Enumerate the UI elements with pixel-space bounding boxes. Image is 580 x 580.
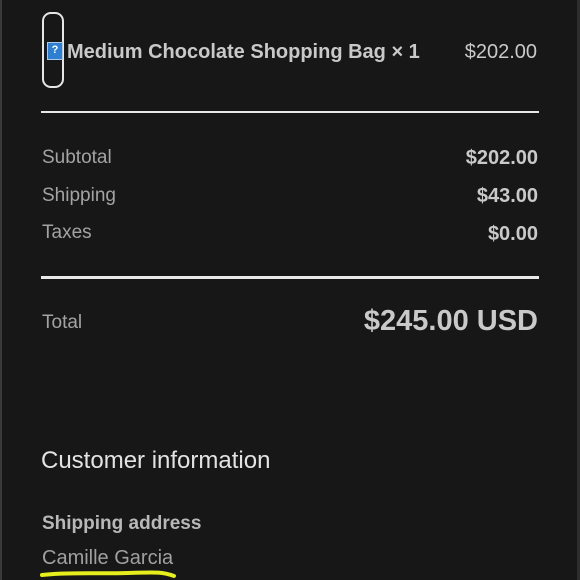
product-name: Medium Chocolate Shopping Bag × 1: [67, 41, 420, 63]
shipping-address-label: Shipping address: [42, 513, 202, 534]
subtotal-value: $202.00: [465, 147, 538, 169]
order-summary-screen: ? Medium Chocolate Shopping Bag × 1 $202…: [0, 0, 580, 580]
total-value: $245.00 USD: [363, 305, 538, 337]
shipping-label: Shipping: [42, 185, 116, 206]
product-thumbnail: ?: [42, 12, 64, 88]
customer-information-heading: Customer information: [41, 447, 271, 474]
taxes-label: Taxes: [42, 222, 92, 243]
total-label: Total: [42, 312, 83, 333]
product-price: $202.00: [464, 41, 537, 63]
highlight-underline: [40, 570, 176, 578]
broken-image-icon: ?: [47, 42, 63, 60]
divider: [41, 111, 539, 113]
divider: [41, 276, 539, 279]
left-edge: [0, 0, 2, 580]
taxes-value: $0.00: [487, 223, 538, 245]
subtotal-label: Subtotal: [42, 147, 112, 168]
shipping-value: $43.00: [476, 185, 538, 207]
